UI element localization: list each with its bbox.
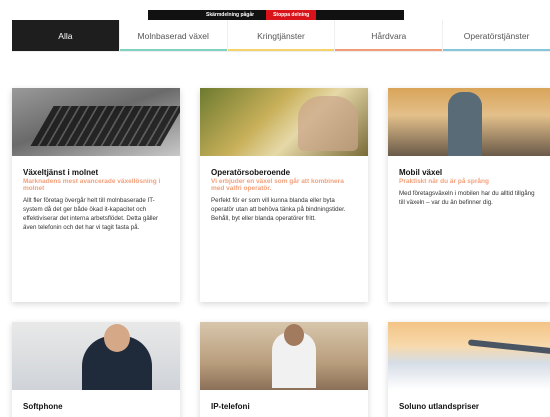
tab-label: Hårdvara xyxy=(371,30,407,41)
tab-underline xyxy=(335,49,443,51)
tab-underline xyxy=(119,49,227,51)
card-subtitle: Marknadens mest avancerade växellösning … xyxy=(23,178,161,192)
screen-share-status: Skärmdelning pågår xyxy=(206,12,255,18)
card-title: Softphone xyxy=(23,402,63,411)
card-utlandspriser[interactable]: Soluno utlandspriser xyxy=(388,322,550,417)
card-title: Växeltjänst i molnet xyxy=(23,168,99,177)
card-mobil-vaxel[interactable]: Mobil växel Praktiskt när du är på språn… xyxy=(388,88,550,302)
man-with-headset-image xyxy=(12,322,180,390)
card-text: Allt fler företag övergår helt till moln… xyxy=(23,197,159,231)
tab-underline xyxy=(227,49,335,51)
man-on-phone-image xyxy=(200,322,368,390)
card-softphone[interactable]: Softphone xyxy=(12,322,180,417)
tab-hardvara[interactable]: Hårdvara xyxy=(334,20,443,51)
category-tabs: Alla Molnbaserad växel Kringtjänster Hår… xyxy=(12,20,550,52)
tab-label: Kringtjänster xyxy=(257,30,305,41)
tab-alla[interactable]: Alla xyxy=(12,20,119,51)
card-subtitle: Praktiskt när du är på språng xyxy=(399,178,489,185)
tab-molnbaserad-vaxel[interactable]: Molnbaserad växel xyxy=(118,20,227,51)
laptop-keyboard-image xyxy=(12,88,180,156)
card-subtitle: Vi erbjuder en växel som går att kombine… xyxy=(211,178,344,192)
tab-operatorstjanster[interactable]: Operatörstjänster xyxy=(442,20,550,51)
card-text: Med företagsväxeln i mobilen har du allt… xyxy=(399,190,535,206)
screen-share-bar: Skärmdelning pågår Stoppa delning xyxy=(148,10,404,20)
card-title: Operatörsoberoende xyxy=(211,168,291,177)
card-text: Perfekt för er som vill kunna blanda ell… xyxy=(211,197,346,222)
airplane-wing-image xyxy=(388,322,550,390)
card-vaxeltjanst[interactable]: Växeltjänst i molnet Marknadens mest ava… xyxy=(12,88,180,302)
card-operatorsoberoende[interactable]: Operatörsoberoende Vi erbjuder en växel … xyxy=(200,88,368,302)
card-title: Mobil växel xyxy=(399,168,443,177)
card-title: IP-telefoni xyxy=(211,402,250,411)
woman-with-phone-image xyxy=(388,88,550,156)
tab-label: Alla xyxy=(58,30,73,41)
tab-underline xyxy=(443,49,550,51)
tab-label: Molnbaserad växel xyxy=(137,30,209,41)
tab-kringtjanster[interactable]: Kringtjänster xyxy=(226,20,335,51)
tab-label: Operatörstjänster xyxy=(463,30,530,41)
stop-sharing-button[interactable]: Stoppa delning xyxy=(266,10,317,20)
card-title: Soluno utlandspriser xyxy=(399,402,480,411)
card-ip-telefoni[interactable]: IP-telefoni xyxy=(200,322,368,417)
car-driver-image xyxy=(200,88,368,156)
